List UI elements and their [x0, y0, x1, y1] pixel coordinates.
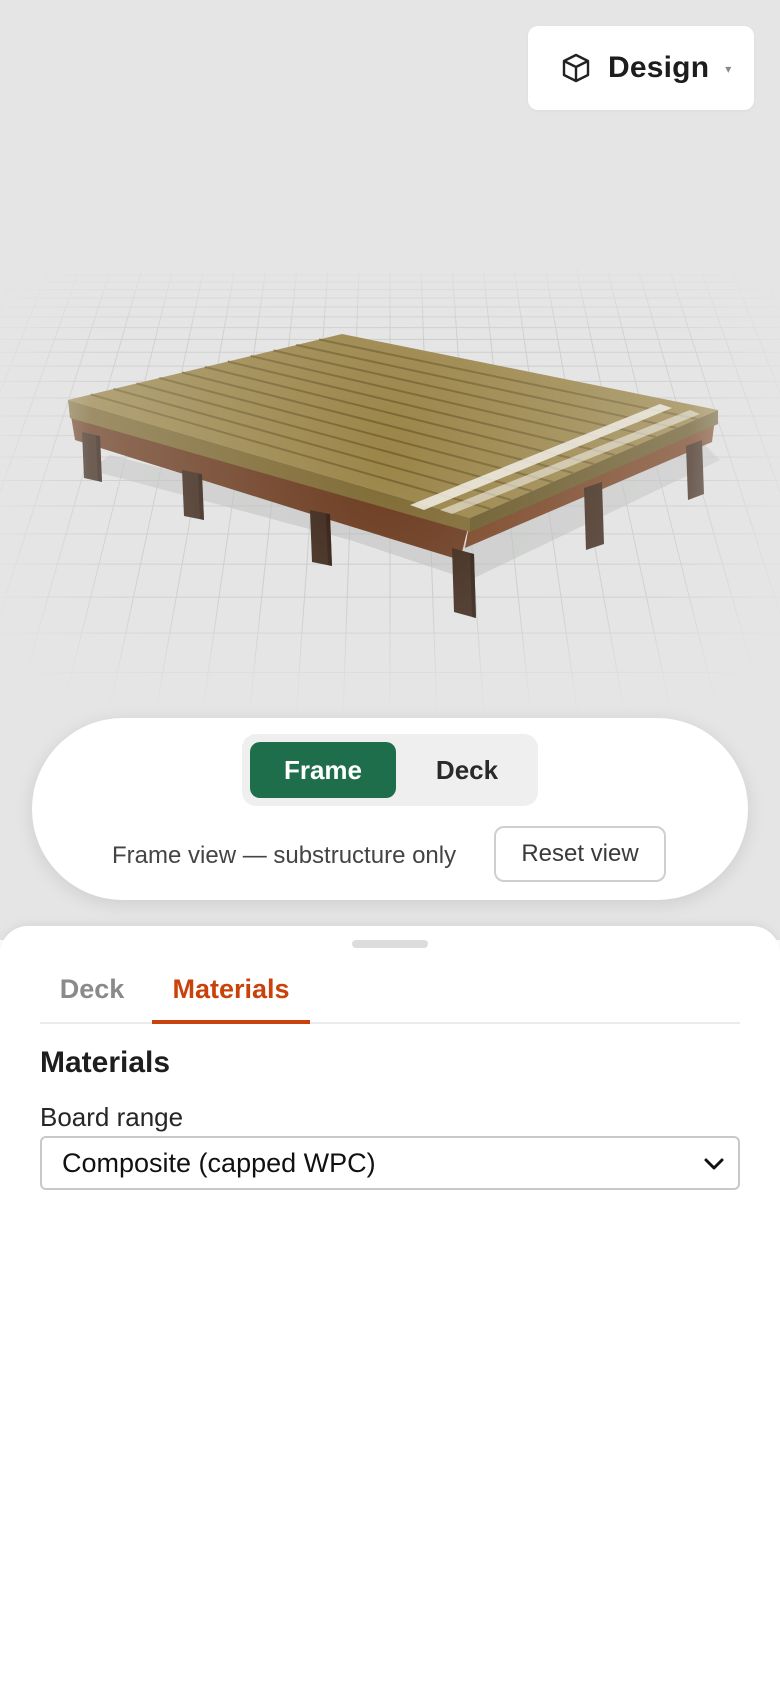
view-controls-card: Frame Deck Frame view — substructure onl…: [32, 718, 748, 900]
section-title: Materials: [40, 1046, 171, 1079]
tab-deck[interactable]: Deck: [40, 972, 144, 1022]
view-status-text: Frame view — substructure only: [112, 842, 457, 869]
view-mode-label: Design: [608, 51, 710, 84]
frame-deck-toggle: Frame Deck: [242, 734, 538, 806]
deck-toggle-button[interactable]: Deck: [404, 742, 530, 798]
board-range-label: Board range: [40, 1102, 184, 1132]
cube-icon: [562, 53, 590, 83]
frame-toggle-button[interactable]: Frame: [250, 742, 396, 798]
sheet-drag-handle[interactable]: [352, 940, 428, 948]
chevron-down-icon: [704, 1158, 724, 1170]
sheet-tabs: Deck Materials: [40, 972, 740, 1024]
chevron-down-icon: ▾: [725, 62, 732, 76]
reset-view-button[interactable]: Reset view: [494, 826, 666, 882]
tab-materials[interactable]: Materials: [152, 972, 310, 1024]
board-range-value: Composite (capped WPC): [62, 1147, 376, 1178]
3d-viewport[interactable]: Design ▾ Frame Deck Frame view — substru…: [0, 0, 780, 940]
bottom-sheet: Deck Materials Materials Board range Com…: [0, 926, 780, 1688]
board-range-select[interactable]: Composite (capped WPC): [40, 1136, 740, 1190]
view-mode-menu[interactable]: Design ▾: [528, 26, 754, 110]
